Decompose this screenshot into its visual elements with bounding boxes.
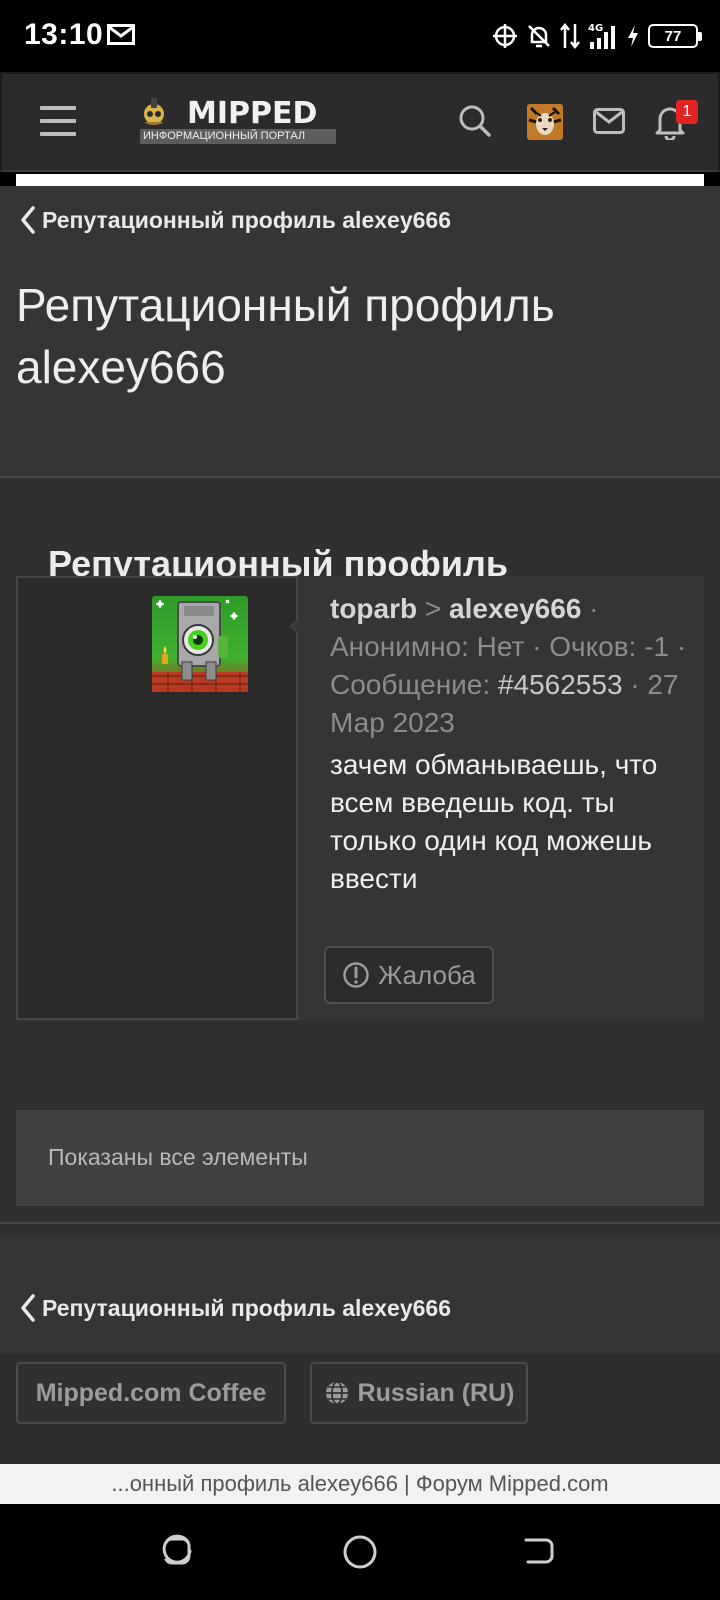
signal-icon: 4G [588, 23, 615, 49]
entry-avatar[interactable] [152, 596, 248, 692]
anonymous-label: Анонимно: Нет [330, 631, 525, 662]
menu-icon[interactable] [40, 106, 76, 138]
entry-comment: зачем обманываешь, что всем введешь код.… [330, 749, 658, 894]
warning-circle-icon [343, 962, 370, 988]
entry-user-cell [16, 576, 298, 1020]
svg-text:4G: 4G [588, 23, 603, 34]
breadcrumb-bottom[interactable]: Репутационный профиль alexey666 [20, 1294, 451, 1322]
to-user-link[interactable]: alexey666 [449, 593, 581, 624]
ad-strip [16, 174, 704, 186]
logo-emblem [144, 98, 164, 125]
main-content: Репутационный профиль alexey666 Репутаци… [0, 186, 720, 1464]
globe-icon [325, 1381, 348, 1405]
data-arrows-icon [560, 22, 580, 50]
divider [0, 1222, 720, 1224]
location-icon [493, 24, 517, 48]
recents-icon[interactable] [160, 1534, 194, 1568]
status-mail-icon [107, 24, 135, 45]
status-time: 13:10 [24, 18, 104, 51]
footer-links: Mipped.com Coffee Russian (RU) [0, 1354, 720, 1464]
separator-dot: · [676, 631, 687, 662]
notification-badge[interactable]: 1 [676, 100, 698, 124]
logo-subtitle: ИНФОРМАЦИОННЫЙ ПОРТАЛ [140, 129, 336, 144]
list-footer-text: Показаны все элементы [48, 1144, 308, 1170]
entry-main-cell: toparb > alexey666 · Анонимно: Нет · Очк… [298, 576, 704, 1020]
message-label: Сообщение: [330, 669, 491, 700]
points-label: Очков: -1 [549, 631, 670, 662]
coffee-link-label: Mipped.com Coffee [35, 1378, 267, 1407]
report-button[interactable]: Жалоба [324, 946, 494, 1004]
mail-icon[interactable] [593, 108, 625, 134]
browser-title-bar[interactable]: ...онный профиль alexey666 | Форум Mippe… [0, 1464, 720, 1504]
language-label: Russian (RU) [357, 1378, 515, 1407]
message-id-link[interactable]: #4562553 [498, 669, 623, 700]
from-user-link[interactable]: toparb [330, 593, 417, 624]
logo-word: MIPPED [187, 96, 318, 131]
battery-icon: 77 [648, 24, 702, 48]
charging-icon [628, 25, 638, 47]
coffee-link[interactable]: Mipped.com Coffee [16, 1362, 286, 1424]
separator-dot: · [589, 593, 599, 624]
report-button-label: Жалоба [378, 959, 476, 990]
bell-off-icon [528, 25, 550, 48]
status-icons: 4G 77 [492, 18, 702, 54]
site-header: MIPPED ИНФОРМАЦИОННЫЙ ПОРТАЛ 1 [0, 72, 720, 172]
system-nav-bar [0, 1504, 720, 1600]
search-icon[interactable] [458, 104, 492, 138]
home-icon[interactable] [342, 1534, 378, 1570]
chevron-left-icon [21, 1294, 35, 1322]
chevron-left-icon [21, 206, 35, 234]
back-icon[interactable] [522, 1534, 556, 1568]
breadcrumb-top-label: Репутационный профиль alexey666 [42, 206, 451, 233]
battery-level: 77 [664, 27, 682, 45]
status-bar: 13:10 4G 77 [0, 0, 720, 72]
language-selector[interactable]: Russian (RU) [310, 1362, 528, 1424]
site-logo[interactable]: MIPPED ИНФОРМАЦИОННЫЙ ПОРТАЛ [138, 96, 338, 146]
arrow-separator: > [424, 593, 442, 624]
separator-dot: · [630, 669, 640, 700]
reputation-entry: toparb > alexey666 · Анонимно: Нет · Очк… [16, 576, 704, 1020]
breadcrumb-bottom-label: Репутационный профиль alexey666 [42, 1294, 451, 1321]
list-footer: Показаны все элементы [16, 1110, 704, 1206]
user-avatar[interactable] [527, 104, 563, 140]
page-title: Репутационный профиль alexey666 [16, 279, 555, 393]
breadcrumb-top[interactable]: Репутационный профиль alexey666 [20, 206, 451, 234]
separator-dot: · [532, 631, 542, 662]
entry-meta: toparb > alexey666 · Анонимно: Нет · Очк… [330, 590, 688, 742]
